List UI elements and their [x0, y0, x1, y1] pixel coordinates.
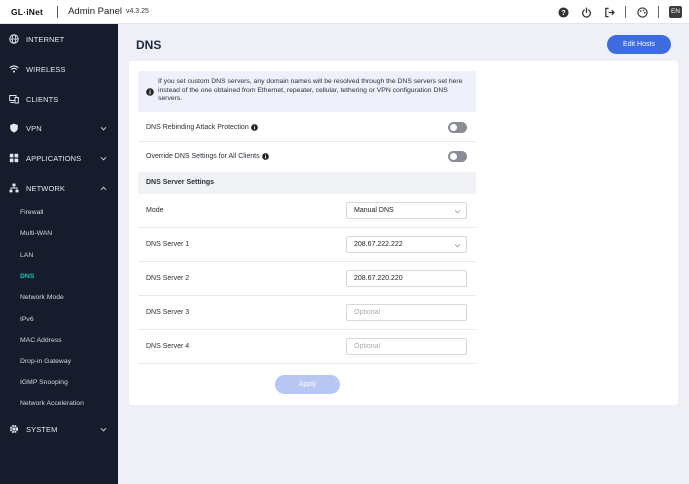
mode-label: Mode: [146, 207, 164, 214]
mode-select[interactable]: Manual DNS: [346, 202, 467, 219]
sidebar-subitem-mac-address[interactable]: MAC Address: [20, 335, 62, 347]
dns-server-1-row: DNS Server 1 208.67.222.222: [138, 228, 476, 262]
sidebar-item-label: SYSTEM: [26, 424, 58, 434]
sidebar-subitem-ipv6[interactable]: IPv6: [20, 314, 34, 326]
dns-server-3-label: DNS Server 3: [146, 309, 190, 316]
page-title: DNS: [136, 38, 162, 52]
override-row: Override DNS Settings for All Clients: [138, 142, 476, 172]
sidebar-item-applications[interactable]: APPLICATIONS: [0, 143, 118, 173]
sidebar-item-internet[interactable]: INTERNET: [0, 24, 118, 54]
sidebar-item-label: CLIENTS: [26, 94, 59, 104]
sidebar: INTERNET WIRELESS CLIENTS VPN APPLICATIO…: [0, 24, 118, 484]
dns-server-1-value: 208.67.222.222: [354, 241, 403, 248]
devices-icon: [9, 94, 19, 104]
language-switch[interactable]: EN: [668, 6, 682, 18]
chevron-down-icon: [454, 242, 461, 249]
info-text: If you set custom DNS servers, any domai…: [158, 78, 463, 102]
override-toggle[interactable]: [448, 151, 467, 162]
top-bar: GL·iNet Admin Panel v4.3.25 ? EN: [0, 0, 689, 24]
dns-server-4-row: DNS Server 4: [138, 330, 476, 364]
dns-server-2-input[interactable]: [346, 270, 467, 287]
wifi-icon: [9, 64, 19, 74]
rebinding-row: DNS Rebinding Attack Protection: [138, 112, 476, 142]
rebinding-toggle[interactable]: [448, 122, 467, 133]
edit-hosts-button[interactable]: Edit Hosts: [607, 35, 671, 54]
override-label-wrap: Override DNS Settings for All Clients: [146, 153, 269, 160]
chevron-up-icon: [100, 185, 107, 192]
app-title: Admin Panel: [68, 6, 122, 17]
shield-icon: [9, 123, 19, 133]
brand-logo[interactable]: GL·iNet: [11, 7, 43, 17]
dns-server-3-input[interactable]: [346, 304, 467, 321]
gear-icon: [9, 424, 19, 434]
sidebar-item-label: INTERNET: [26, 34, 65, 44]
top-icons: ? EN: [547, 0, 689, 24]
section-title: DNS Server Settings: [146, 179, 215, 186]
sidebar-item-label: NETWORK: [26, 183, 66, 193]
help-icon[interactable]: [261, 153, 269, 160]
sidebar-subitem-drop-in-gateway[interactable]: Drop-in Gateway: [20, 356, 71, 368]
override-label: Override DNS Settings for All Clients: [146, 153, 260, 160]
info-icon: [146, 88, 154, 96]
mode-value: Manual DNS: [354, 207, 394, 214]
dns-server-2-label: DNS Server 2: [146, 275, 190, 282]
divider: [57, 5, 59, 18]
sidebar-item-network[interactable]: NETWORK: [0, 173, 118, 203]
sidebar-item-clients[interactable]: CLIENTS: [0, 84, 118, 114]
sidebar-item-wireless[interactable]: WIRELESS: [0, 54, 118, 84]
svg-text:?: ?: [562, 7, 567, 16]
chevron-down-icon: [100, 155, 107, 162]
sidebar-item-vpn[interactable]: VPN: [0, 113, 118, 143]
divider: [657, 6, 659, 18]
power-icon[interactable]: [581, 6, 593, 18]
chevron-down-icon: [100, 426, 107, 433]
sidebar-subitem-network-mode[interactable]: Network Mode: [20, 292, 64, 304]
chevron-down-icon: [100, 125, 107, 132]
sidebar-subitem-firewall[interactable]: Firewall: [20, 207, 43, 219]
network-icon: [9, 183, 19, 193]
sidebar-subitem-multi-wan[interactable]: Multi-WAN: [20, 228, 52, 240]
sidebar-subitem-igmp-snooping[interactable]: IGMP Snooping: [20, 377, 68, 389]
logout-icon[interactable]: [604, 6, 616, 18]
sidebar-item-label: APPLICATIONS: [26, 153, 82, 163]
info-box: If you set custom DNS servers, any domai…: [138, 71, 476, 112]
sidebar-subitem-dns[interactable]: DNS: [20, 271, 34, 283]
dns-server-4-label: DNS Server 4: [146, 343, 190, 350]
apply-button[interactable]: Apply: [275, 375, 340, 394]
apps-icon: [9, 153, 19, 163]
rebinding-label-wrap: DNS Rebinding Attack Protection: [146, 124, 258, 131]
globe-icon: [9, 34, 19, 44]
sidebar-subitem-lan[interactable]: LAN: [20, 250, 33, 262]
dns-server-3-row: DNS Server 3: [138, 296, 476, 330]
mode-row: Mode Manual DNS: [138, 194, 476, 228]
help-icon[interactable]: [250, 124, 258, 131]
dns-server-1-select[interactable]: 208.67.222.222: [346, 236, 467, 253]
rebinding-label: DNS Rebinding Attack Protection: [146, 124, 249, 131]
sidebar-subitem-network-acceleration[interactable]: Network Acceleration: [20, 398, 84, 410]
chevron-down-icon: [454, 208, 461, 215]
help-icon[interactable]: ?: [558, 6, 570, 18]
divider: [624, 6, 626, 18]
section-header: DNS Server Settings: [138, 172, 476, 194]
sidebar-item-label: VPN: [26, 123, 42, 133]
version-label: v4.3.25: [125, 8, 149, 15]
theme-icon[interactable]: [637, 6, 649, 18]
sidebar-item-system[interactable]: SYSTEM: [0, 414, 118, 444]
dns-settings-card: If you set custom DNS servers, any domai…: [129, 61, 678, 405]
sidebar-item-label: WIRELESS: [26, 64, 66, 74]
dns-server-2-row: DNS Server 2: [138, 262, 476, 296]
dns-server-4-input[interactable]: [346, 338, 467, 355]
dns-server-1-label: DNS Server 1: [146, 241, 190, 248]
